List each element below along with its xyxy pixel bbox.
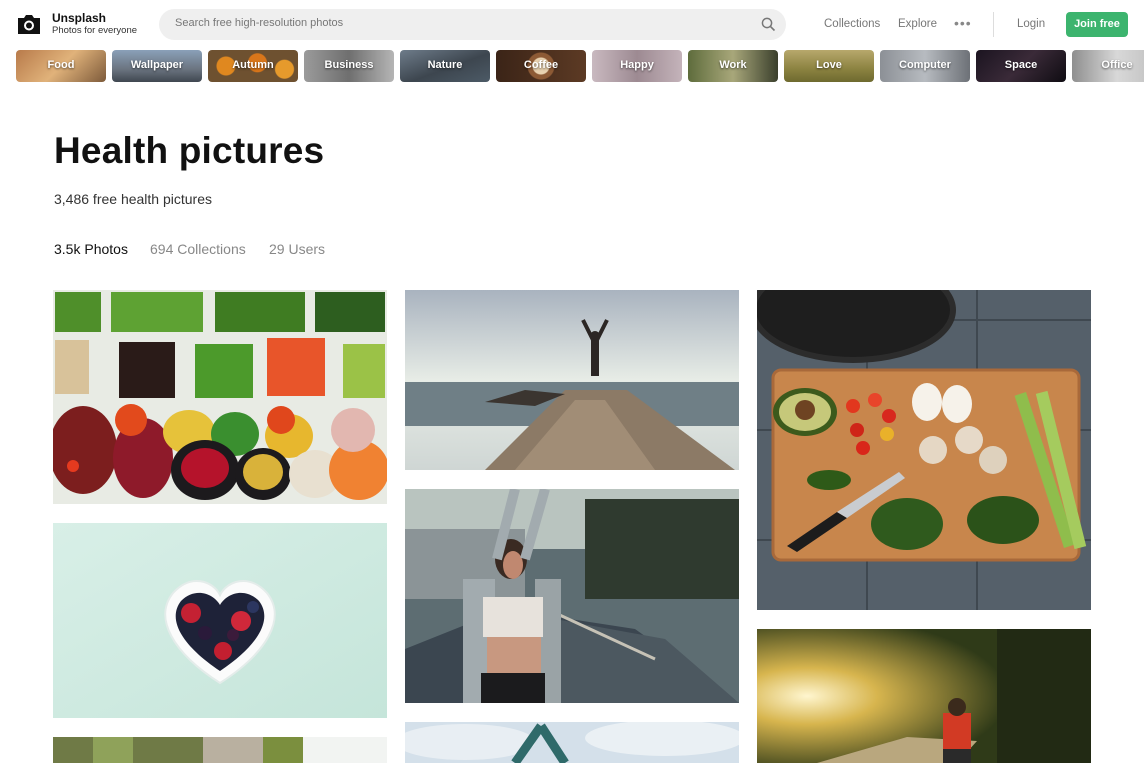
brand[interactable]: Unsplash Photos for everyone [52,11,137,37]
photo-cutting-board[interactable] [757,290,1091,610]
join-free-button[interactable]: Join free [1066,12,1128,37]
camera-logo-icon[interactable] [16,12,42,36]
nav-collections[interactable]: Collections [824,18,880,30]
tab-count: 29 [269,241,285,257]
divider [993,12,994,37]
topic-label: Coffee [523,59,559,71]
photo-rock-cliff[interactable] [53,737,387,763]
tab-label: Collections [177,241,246,257]
topic-label: Autumn [232,59,274,71]
topic-work[interactable]: Work [688,50,778,82]
brand-tagline: Photos for everyone [52,25,138,36]
topic-wallpaper[interactable]: Wallpaper [112,50,202,82]
tab-photos[interactable]: 3.5k Photos [54,241,128,257]
topic-label: Computer [899,59,951,71]
cutting-board-image [757,290,1091,610]
tab-users[interactable]: 29 Users [269,241,325,257]
login-link[interactable]: Login [1017,18,1045,30]
result-count: 3,486 free health pictures [54,191,212,207]
nav-explore[interactable]: Explore [898,18,937,30]
topic-label: Work [719,59,747,71]
tab-collections[interactable]: 694 Collections [150,241,246,257]
topic-space[interactable]: Space [976,50,1066,82]
hands-sky-image [405,722,739,763]
topic-nature[interactable]: Nature [400,50,490,82]
topic-business[interactable]: Business [304,50,394,82]
topic-coffee[interactable]: Coffee [496,50,586,82]
page-title: Health pictures [54,130,325,171]
photo-woman-stretch[interactable] [405,489,739,703]
search-icon[interactable] [761,17,776,32]
topic-happy[interactable]: Happy [592,50,682,82]
photo-heart-berries[interactable] [53,523,387,718]
tab-count: 694 [150,241,174,257]
photo-hands-sky[interactable] [405,722,739,763]
tab-label: Users [288,241,326,257]
photo-yoga-pier[interactable] [405,290,739,470]
yoga-pier-image [405,290,739,470]
rock-cliff-image [53,737,387,763]
tab-label: Photos [84,241,128,257]
search-input[interactable]: Search free high-resolution photos [159,9,786,40]
photo-vegetable-bowls[interactable] [53,290,387,504]
top-header: Unsplash Photos for everyone Search free… [0,0,1144,48]
search-placeholder: Search free high-resolution photos [175,17,344,29]
vegetable-bowls-image [53,290,387,504]
topic-label: Office [1101,59,1133,71]
photo-forest-path[interactable] [757,629,1091,763]
topic-computer[interactable]: Computer [880,50,970,82]
topic-label: Nature [427,59,463,71]
brand-name: Unsplash [52,11,107,25]
heart-berries-image [53,523,387,718]
topic-strip: Food Wallpaper Autumn Business Nature Co… [16,50,1144,82]
tab-count: 3.5k [54,241,81,257]
topic-label: Food [47,59,75,71]
topic-label: Love [816,59,842,71]
topic-label: Happy [620,59,654,71]
more-icon[interactable]: ••• [954,15,972,31]
topic-label: Business [324,59,374,71]
topic-food[interactable]: Food [16,50,106,82]
topic-office[interactable]: Office [1072,50,1144,82]
woman-stretch-image [405,489,739,703]
topic-love[interactable]: Love [784,50,874,82]
forest-path-image [757,629,1091,763]
topic-label: Space [1004,59,1038,71]
topic-label: Wallpaper [130,59,184,71]
topic-autumn[interactable]: Autumn [208,50,298,82]
